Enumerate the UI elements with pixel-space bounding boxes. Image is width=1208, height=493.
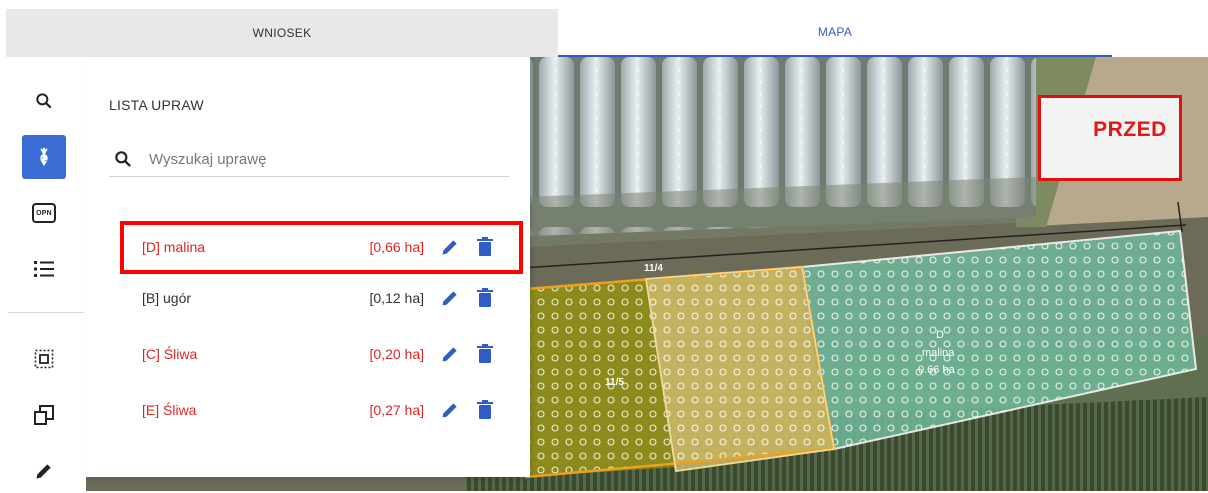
tab-bar: WNIOSEK MAPA bbox=[6, 9, 1112, 57]
crop-area: [0,20 ha] bbox=[369, 346, 425, 362]
crop-name: [D] malina bbox=[142, 239, 206, 255]
search-icon bbox=[36, 93, 52, 109]
crop-row[interactable]: [C] Śliwa [0,20 ha] bbox=[120, 331, 520, 377]
before-label: PRZED bbox=[1093, 118, 1167, 141]
crop-name: [E] Śliwa bbox=[142, 402, 197, 418]
list-tool-button[interactable] bbox=[22, 247, 66, 291]
select-area-tool-button[interactable] bbox=[22, 337, 66, 381]
crop-search bbox=[109, 143, 509, 177]
crop-area: [0,27 ha] bbox=[369, 402, 425, 418]
copy-icon bbox=[34, 405, 54, 425]
field-code-label: D bbox=[936, 329, 944, 341]
toolbar-divider bbox=[8, 312, 84, 313]
opn-tool-button[interactable]: OPN bbox=[22, 191, 66, 235]
crop-search-input[interactable] bbox=[147, 147, 491, 171]
search-tool-button[interactable] bbox=[22, 79, 66, 123]
crop-name: [B] ugór bbox=[142, 290, 192, 306]
pencil-icon[interactable] bbox=[440, 288, 460, 308]
crop-row[interactable]: [E] Śliwa [0,27 ha] bbox=[120, 387, 520, 433]
list-icon bbox=[34, 261, 54, 277]
pencil-icon[interactable] bbox=[440, 344, 460, 364]
crop-list-panel: LISTA UPRAW [D] malina [0,66 ha] [B] ugó… bbox=[86, 57, 530, 477]
search-icon bbox=[115, 151, 131, 167]
tab-mapa[interactable]: MAPA bbox=[558, 9, 1112, 57]
pencil-icon bbox=[36, 464, 51, 479]
crop-row[interactable]: [D] malina [0,66 ha] bbox=[120, 224, 520, 270]
crop-name: [C] Śliwa bbox=[142, 346, 198, 362]
crop-area: [0,12 ha] bbox=[369, 290, 425, 306]
crop-area: [0,66 ha] bbox=[369, 239, 425, 255]
trash-icon[interactable] bbox=[476, 344, 494, 364]
field-crop-label: malina bbox=[922, 347, 955, 359]
copy-tool-button[interactable] bbox=[22, 393, 66, 437]
pencil-icon[interactable] bbox=[440, 237, 460, 257]
pencil-icon[interactable] bbox=[440, 400, 460, 420]
trash-icon[interactable] bbox=[476, 288, 494, 308]
tab-wniosek[interactable]: WNIOSEK bbox=[6, 9, 558, 57]
trash-icon[interactable] bbox=[476, 400, 494, 420]
edit-tool-button[interactable] bbox=[22, 449, 66, 493]
select-area-icon bbox=[34, 349, 54, 369]
opn-label: OPN bbox=[36, 209, 52, 217]
panel-title: LISTA UPRAW bbox=[109, 97, 204, 113]
crop-icon bbox=[40, 147, 48, 167]
trash-icon[interactable] bbox=[476, 237, 494, 257]
parcel-label-11-4: 11/4 bbox=[644, 263, 663, 274]
before-label-box: PRZED bbox=[1038, 95, 1182, 181]
field-area-label: 0.66 ha bbox=[918, 364, 956, 376]
left-toolbar: OPN bbox=[0, 57, 86, 491]
crop-row[interactable]: [B] ugór [0,12 ha] bbox=[120, 275, 520, 321]
crops-tool-button[interactable] bbox=[22, 135, 66, 179]
parcel-label-11-5: 11/5 bbox=[605, 377, 624, 388]
